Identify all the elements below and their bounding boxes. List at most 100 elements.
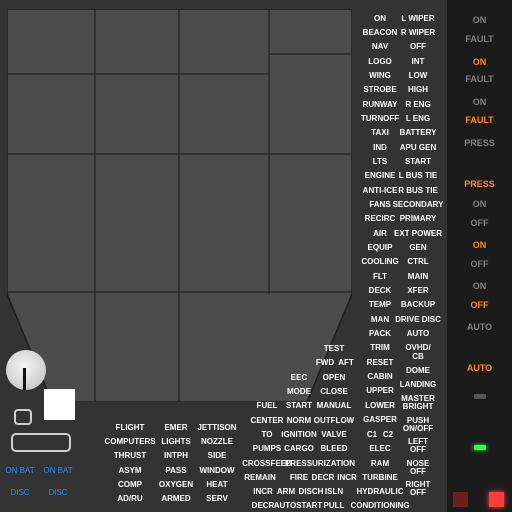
label: MANUAL: [316, 401, 352, 410]
label: TEMP: [368, 300, 392, 309]
label: VALVE: [321, 430, 347, 439]
bat-button-1-top[interactable]: ON BAT: [2, 466, 38, 475]
annunciator[interactable]: ON: [447, 57, 512, 67]
bat-button-2-top[interactable]: ON BAT: [40, 466, 76, 475]
red-button[interactable]: [489, 492, 504, 507]
label: LOGO: [368, 57, 392, 66]
label: CTRL: [407, 257, 429, 266]
label: HEAT: [206, 480, 228, 489]
label: FIRE: [289, 473, 309, 482]
label: INTPH: [164, 451, 188, 460]
square-button[interactable]: [44, 389, 75, 420]
annunciator[interactable]: OFF: [447, 259, 512, 269]
label: EEC: [290, 373, 308, 382]
display-screen: [7, 9, 352, 402]
label: R ENG: [405, 100, 431, 109]
label: OXYGEN: [158, 480, 194, 489]
label: ARM: [276, 487, 296, 496]
annunciator[interactable]: PRESS: [447, 179, 512, 189]
label: CLOSE: [320, 387, 348, 396]
label: FWD: [315, 358, 335, 367]
label: LOW: [408, 71, 428, 80]
indicator-light-green: [474, 445, 486, 450]
label: FLIGHT: [115, 423, 145, 432]
label: WINDOW: [199, 466, 235, 475]
bat-button-1-bottom[interactable]: DISC: [2, 488, 38, 497]
label: TAXI: [371, 128, 389, 137]
annunciator[interactable]: AUTO: [447, 322, 512, 332]
label: START: [404, 157, 432, 166]
annunciator[interactable]: ON: [447, 15, 512, 25]
annunciator[interactable]: ON: [447, 240, 512, 250]
annunciator[interactable]: PRESS: [447, 138, 512, 148]
annunciator[interactable]: AUTO: [447, 363, 512, 373]
label: AUTO: [406, 329, 430, 338]
annunciator[interactable]: OFF: [447, 218, 512, 228]
small-switch[interactable]: [14, 409, 32, 425]
label: RUNWAY: [362, 100, 398, 109]
label: PRESSURIZATION: [284, 459, 356, 468]
rotary-knob[interactable]: [6, 350, 46, 390]
label: BLEED: [320, 444, 348, 453]
annunciator[interactable]: FAULT: [447, 115, 512, 125]
label: AD/RU: [117, 494, 143, 503]
label: BRIGHT: [402, 402, 434, 411]
label: SECONDARY: [392, 200, 444, 209]
label: ARMED: [161, 494, 191, 503]
annunciator[interactable]: ON: [447, 199, 512, 209]
label: AUTOSTART: [273, 501, 323, 510]
label: NAV: [371, 42, 389, 51]
label: JETTISON: [197, 423, 237, 432]
label: COMP: [118, 480, 142, 489]
label: C1: [366, 430, 378, 439]
annunciator[interactable]: FAULT: [447, 34, 512, 44]
label: DOME: [406, 366, 430, 375]
label: EMER: [164, 423, 188, 432]
indicator-light: [474, 394, 486, 399]
annunciator[interactable]: FAULT: [447, 74, 512, 84]
dark-red-button[interactable]: [453, 492, 468, 507]
label: L WIPER: [401, 14, 435, 23]
label: UPPER: [366, 386, 394, 395]
label: OVHD/: [405, 343, 431, 352]
label: ASYM: [118, 466, 142, 475]
label: THRUST: [113, 451, 147, 460]
label: SIDE: [207, 451, 227, 460]
label: OFF: [410, 488, 426, 497]
label: L BUS TIE: [398, 171, 438, 180]
wide-switch[interactable]: [11, 433, 71, 452]
label: CABIN: [367, 372, 393, 381]
annunciator[interactable]: ON: [447, 281, 512, 291]
label: DECR: [251, 501, 275, 510]
label: EQUIP: [367, 243, 393, 252]
annunciator[interactable]: OFF: [447, 300, 512, 310]
label: CB: [412, 352, 424, 361]
label: LOWER: [365, 401, 395, 410]
label: INCR: [253, 487, 273, 496]
label: INT: [411, 57, 425, 66]
label: DISCH: [298, 487, 324, 496]
label: AFT: [338, 358, 354, 367]
label: RAM: [370, 459, 390, 468]
label: MAN: [370, 315, 390, 324]
label: XFER: [407, 286, 429, 295]
label: OFF: [410, 445, 426, 454]
label: DRIVE DISC: [395, 315, 441, 324]
bat-button-2-bottom[interactable]: DISC: [40, 488, 76, 497]
label: STROBE: [363, 85, 397, 94]
label: PASS: [165, 466, 187, 475]
label: PACK: [368, 329, 392, 338]
label: ISLN: [324, 487, 344, 496]
label: COOLING: [361, 257, 399, 266]
label: REMAIN: [244, 473, 276, 482]
label: DECR: [311, 473, 335, 482]
label: OFF: [410, 467, 426, 476]
label: AIR: [373, 229, 387, 238]
label: RECIRC: [364, 214, 396, 223]
knob-pointer-icon: [23, 368, 26, 390]
label: LTS: [372, 157, 388, 166]
annunciator[interactable]: ON: [447, 97, 512, 107]
label: ANTI-ICE: [362, 186, 398, 195]
label: COMPUTERS: [104, 437, 156, 446]
label: IND: [373, 143, 387, 152]
